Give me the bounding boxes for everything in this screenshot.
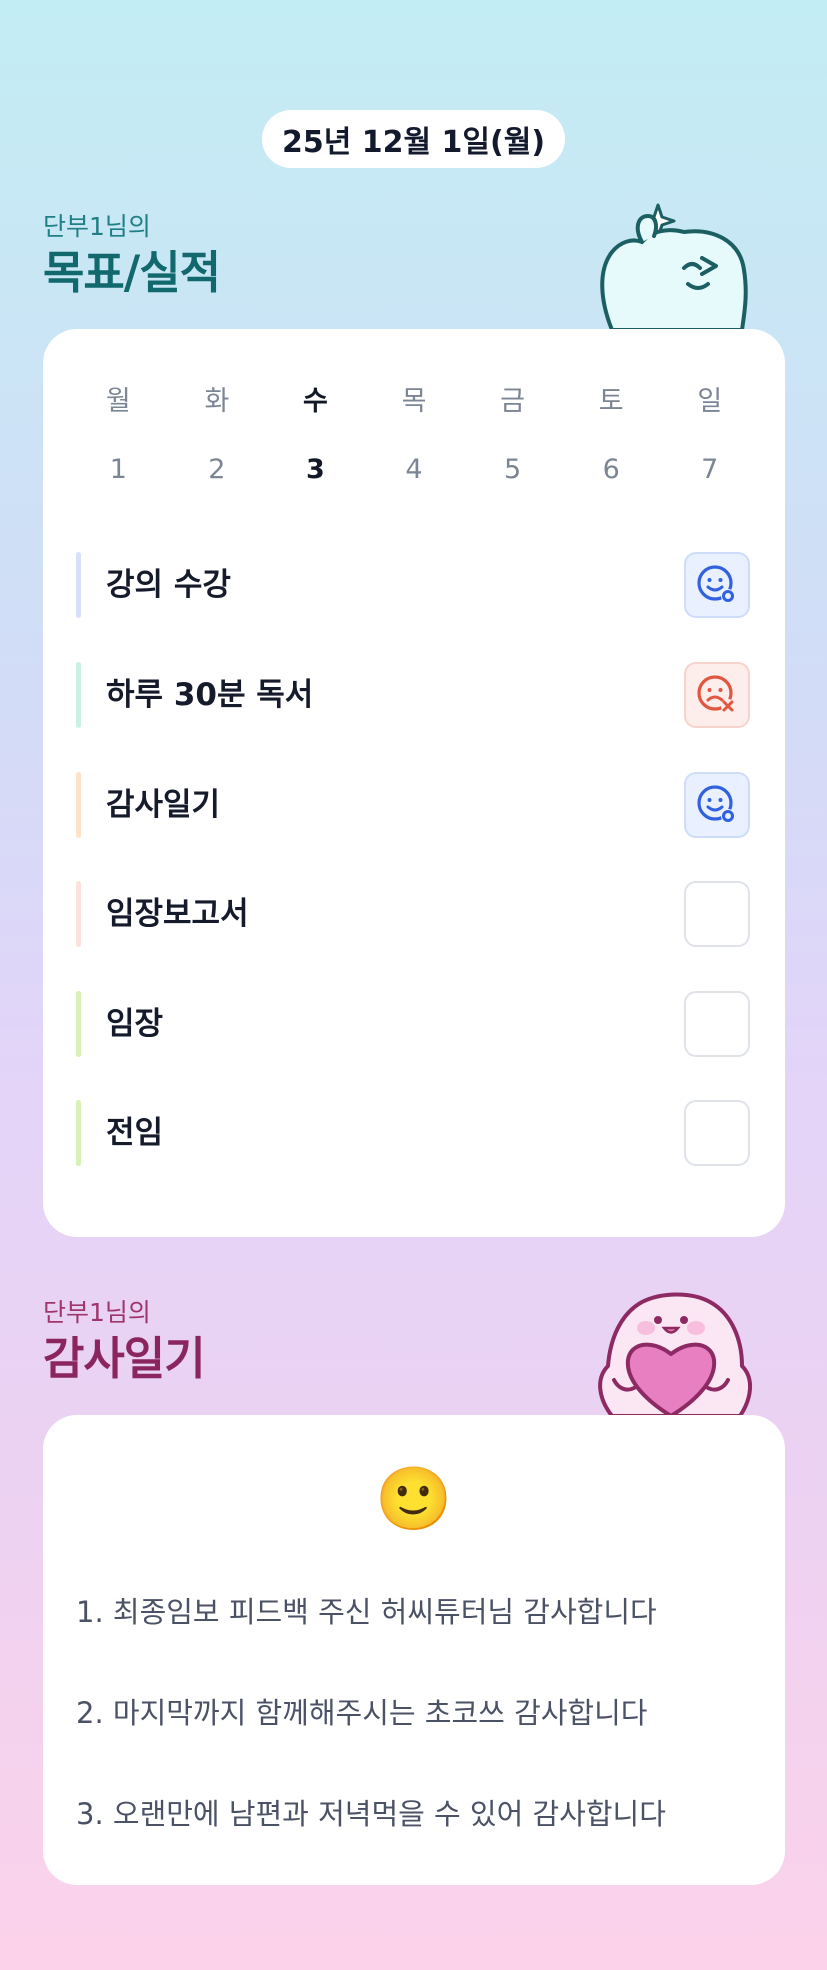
- goal-color-bar: [76, 991, 81, 1057]
- weekday-fri[interactable]: 금: [463, 379, 562, 418]
- goal-color-bar: [76, 1100, 81, 1166]
- weekday-tue[interactable]: 화: [168, 379, 267, 418]
- goals-mascot-illustration: [600, 203, 748, 330]
- mood-emoji-icon: 🙂: [375, 1462, 453, 1535]
- gratitude-diary-card: 🙂 1. 최종임보 피드백 주신 허씨튜터님 감사합니다 2. 마지막까지 함께…: [43, 1415, 785, 1885]
- date-2[interactable]: 2: [168, 454, 267, 485]
- date-3[interactable]: 3: [266, 454, 365, 485]
- goal-status-button[interactable]: [684, 991, 750, 1057]
- date-4[interactable]: 4: [365, 454, 464, 485]
- weekday-wed[interactable]: 수: [266, 379, 365, 418]
- goals-card: 월 화 수 목 금 토 일 1 2 3 4 5 6 7 강의 수강 하루 30분…: [43, 329, 785, 1237]
- date-label: 25년 12월 1일(월): [262, 110, 565, 168]
- weekday-sun[interactable]: 일: [660, 379, 759, 418]
- diary-entry: 1. 최종임보 피드백 주신 허씨튜터님 감사합니다: [76, 1595, 657, 1629]
- goal-label: 감사일기: [106, 787, 221, 823]
- goal-row: 전임: [76, 1100, 750, 1166]
- goal-row: 하루 30분 독서: [76, 662, 750, 728]
- weekday-row: 월 화 수 목 금 토 일: [43, 379, 785, 418]
- goal-color-bar: [76, 881, 81, 947]
- goals-title: 목표/실적: [43, 246, 221, 299]
- date-1[interactable]: 1: [69, 454, 168, 485]
- goal-status-button[interactable]: [684, 1100, 750, 1166]
- smile-check-icon: [697, 565, 735, 603]
- goal-row: 임장보고서: [76, 881, 750, 947]
- goal-color-bar: [76, 552, 81, 618]
- goal-label: 전임: [106, 1115, 164, 1151]
- goal-status-button[interactable]: [684, 881, 750, 947]
- goal-row: 강의 수강: [76, 552, 750, 618]
- frown-x-icon: [697, 675, 735, 713]
- smile-check-icon: [697, 785, 735, 823]
- diary-entry: 2. 마지막까지 함께해주시는 초코쓰 감사합니다: [76, 1696, 648, 1730]
- weekday-thu[interactable]: 목: [365, 379, 464, 418]
- goal-status-button[interactable]: [684, 772, 750, 838]
- goal-status-button[interactable]: [684, 552, 750, 618]
- date-6[interactable]: 6: [562, 454, 661, 485]
- goal-status-button[interactable]: [684, 662, 750, 728]
- date-7[interactable]: 7: [660, 454, 759, 485]
- date-5[interactable]: 5: [463, 454, 562, 485]
- diary-entry: 3. 오랜만에 남편과 저녁먹을 수 있어 감사합니다: [76, 1797, 666, 1831]
- diary-title: 감사일기: [43, 1332, 206, 1385]
- weekday-sat[interactable]: 토: [562, 379, 661, 418]
- goal-row: 감사일기: [76, 772, 750, 838]
- goal-row: 임장: [76, 991, 750, 1057]
- goal-color-bar: [76, 772, 81, 838]
- goal-label: 강의 수강: [106, 567, 231, 603]
- date-row: 1 2 3 4 5 6 7: [43, 454, 785, 485]
- weekday-mon[interactable]: 월: [69, 379, 168, 418]
- goal-label: 하루 30분 독서: [106, 677, 314, 713]
- goal-label: 임장: [106, 1006, 164, 1042]
- goal-label: 임장보고서: [106, 896, 249, 932]
- diary-mascot-illustration: [598, 1292, 752, 1416]
- goal-color-bar: [76, 662, 81, 728]
